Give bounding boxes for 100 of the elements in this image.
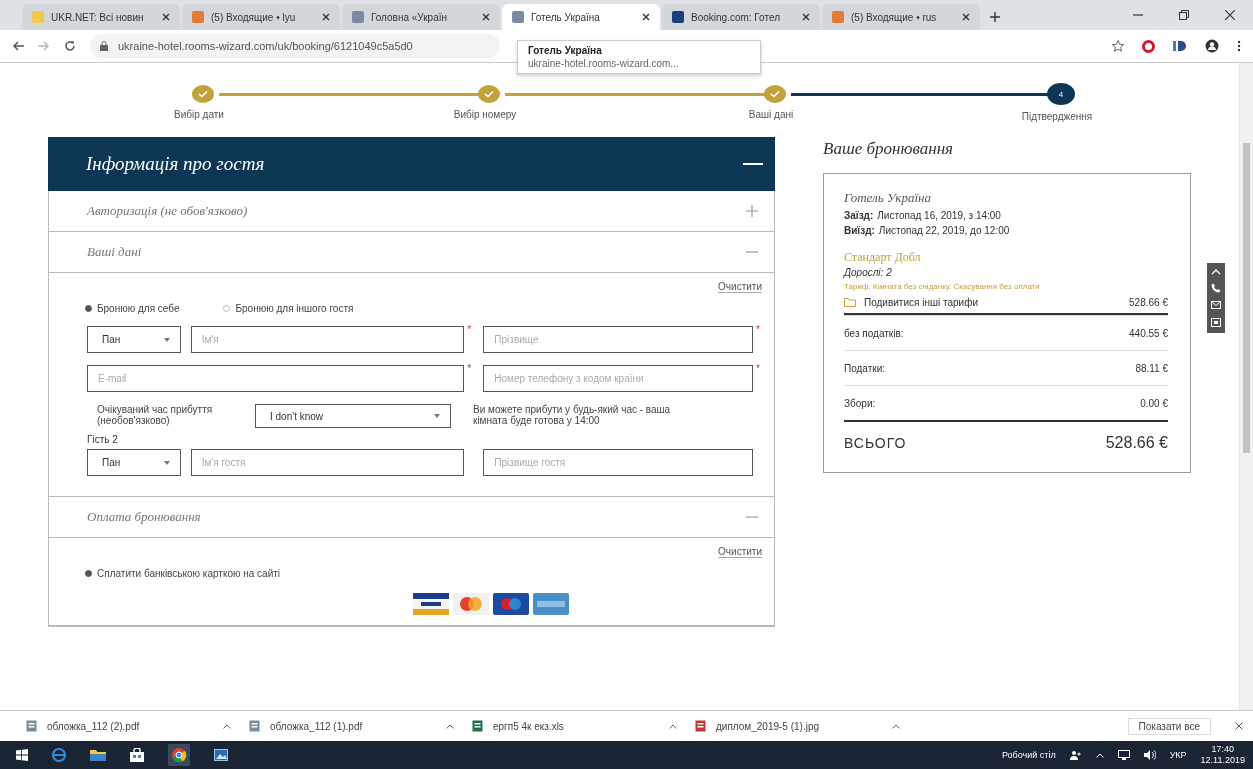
star-icon[interactable]	[1112, 40, 1124, 52]
browser-tab[interactable]: (5) Входящие • lyu	[182, 4, 340, 30]
price: 0.00 €	[1140, 397, 1168, 409]
arrival-select[interactable]: I don't know	[255, 404, 451, 428]
arrival-note: Ви можете прибути у будь-який час - ваша кімната буде готова у 14:00	[473, 404, 672, 428]
download-item[interactable]: ергп5 4к екз.xls	[472, 720, 677, 732]
close-icon[interactable]	[962, 13, 970, 21]
clock-time[interactable]: 17:40	[1211, 744, 1235, 755]
card-logo-icon	[493, 593, 529, 615]
other-rates-link[interactable]: Подивитися інші тарифи	[844, 296, 978, 308]
caret-icon[interactable]	[223, 723, 231, 729]
new-tab-icon[interactable]	[990, 12, 1000, 22]
radio-option[interactable]: Бронюю для іншого гостя	[223, 303, 354, 314]
card-logo-icon	[413, 593, 449, 615]
store-icon[interactable]	[130, 748, 144, 762]
clear-link[interactable]: Очистити	[718, 546, 762, 558]
photo-app-icon[interactable]	[214, 749, 228, 761]
chevron-up-icon[interactable]	[1095, 752, 1104, 758]
browser-tab[interactable]: Booking.com: Готел	[662, 4, 820, 30]
back-icon[interactable]	[12, 41, 24, 51]
browser-tab[interactable]: Головна «Україн	[342, 4, 500, 30]
close-icon[interactable]	[802, 13, 810, 21]
close-icon[interactable]	[162, 13, 170, 21]
file-icon	[26, 720, 37, 732]
folder-icon[interactable]	[90, 749, 106, 761]
section-header[interactable]: Оплата бронювання	[49, 497, 774, 538]
caret-icon[interactable]	[892, 723, 900, 729]
close-icon[interactable]	[642, 13, 650, 21]
scroll-up-icon[interactable]	[1211, 269, 1221, 275]
tab-title: (5) Входящие • rus	[851, 11, 938, 23]
close-icon[interactable]	[1235, 722, 1243, 730]
windows-icon[interactable]	[16, 749, 28, 761]
network-icon[interactable]	[1117, 750, 1130, 760]
download-item[interactable]: обложка_112 (1).pdf	[249, 720, 454, 732]
radio-option[interactable]: Сплатити банківською карткою на сайті	[85, 568, 281, 579]
input-field[interactable]: Номер телефону з кодом країни	[483, 365, 753, 392]
close-icon[interactable]	[1225, 10, 1235, 20]
profile-icon[interactable]	[1205, 39, 1219, 53]
file-icon	[472, 720, 483, 732]
panel-header[interactable]: Інформація про гостя	[48, 137, 775, 191]
clock-date[interactable]: 12.11.2019	[1200, 755, 1245, 766]
radio-option[interactable]: Бронюю для себе	[85, 303, 180, 314]
tab-title: (5) Входящие • lyu	[211, 11, 297, 23]
browser-tab[interactable]: (5) Входящие • rus	[822, 4, 980, 30]
show-all-link[interactable]: Показати все	[1127, 717, 1211, 735]
input-field[interactable]: E-mail	[87, 365, 465, 392]
browser-tab[interactable]: UKR.NET: Всі новин	[22, 4, 180, 30]
caret-icon[interactable]	[669, 723, 677, 729]
phone-icon[interactable]	[1211, 283, 1221, 293]
restore-icon[interactable]	[1179, 10, 1189, 20]
address-field[interactable]: ukraine-hotel.rooms-wizard.com/uk/booking/6121049c5a5d0	[90, 34, 500, 58]
caret-icon[interactable]	[446, 723, 454, 729]
caret-icon	[163, 337, 170, 342]
scrollbar[interactable]	[1239, 63, 1253, 710]
step-label: Вибір номеру	[452, 109, 518, 120]
file-icon	[695, 720, 706, 732]
tab-title: Готель Україна	[531, 11, 601, 23]
file-icon	[249, 720, 260, 732]
circle-app-icon[interactable]	[168, 744, 190, 766]
input-field[interactable]: Ім'я	[190, 326, 465, 353]
field-label: Очікуваний час прибуття (необов'язково)	[96, 404, 214, 428]
tooltip-url: ukraine-hotel.rooms-wizard.com...	[528, 58, 680, 69]
download-item[interactable]: диплом_2019-5 (1).jpg	[695, 720, 900, 732]
download-item[interactable]: обложка_112 (2).pdf	[26, 720, 231, 732]
step-label: Підтвердження	[1020, 111, 1094, 122]
date-value: Листопад 22, 2019, до 12:00	[878, 225, 1010, 236]
card-logo-icon	[453, 593, 489, 615]
title-select[interactable]: Пан	[87, 449, 181, 476]
guest-heading: Гість 2	[87, 434, 119, 445]
date-value: Листопад 16, 2019, з 14:00	[877, 210, 1001, 221]
close-icon[interactable]	[322, 13, 330, 21]
mail-icon[interactable]	[1211, 301, 1221, 309]
price-label: Збори:	[844, 397, 876, 409]
clear-link[interactable]: Очистити	[718, 281, 762, 293]
rate-description: Тариф: Кімната без сніданку. Скасування без оплати	[844, 282, 1041, 291]
guest-count: Дорослі: 2	[844, 267, 893, 278]
extension-icon[interactable]	[1173, 40, 1187, 52]
language-indicator[interactable]: УКР	[1169, 750, 1187, 760]
browser-tab[interactable]: Готель Україна	[502, 4, 660, 30]
volume-icon[interactable]	[1143, 750, 1156, 760]
tab-title: Booking.com: Готел	[691, 11, 781, 23]
tab-title: UKR.NET: Всі новин	[51, 11, 145, 23]
input-field[interactable]: Прізвище	[483, 326, 753, 353]
input-field[interactable]: Прізвище гостя	[483, 449, 753, 476]
ring-icon[interactable]	[1142, 39, 1155, 53]
section-title: Авторизація (не обов'язково)	[87, 203, 248, 219]
room-name: Стандарт Добл	[844, 250, 922, 265]
reload-icon[interactable]	[64, 40, 76, 52]
date-label: Заїзд:	[844, 210, 874, 221]
title-select[interactable]: Пан	[87, 326, 181, 353]
section-header[interactable]: Ваші дані	[49, 232, 774, 273]
close-icon[interactable]	[482, 13, 490, 21]
more-icon[interactable]	[1237, 40, 1241, 52]
browser-icon[interactable]	[52, 748, 66, 762]
people-icon[interactable]	[1069, 750, 1082, 760]
lock-icon	[100, 41, 108, 51]
required-mark: *	[467, 365, 473, 376]
tooltip-title: Готель Україна	[528, 45, 603, 56]
section-header[interactable]: Авторизація (не обов'язково)	[49, 191, 774, 232]
input-field[interactable]: Ім'я гостя	[190, 449, 465, 476]
